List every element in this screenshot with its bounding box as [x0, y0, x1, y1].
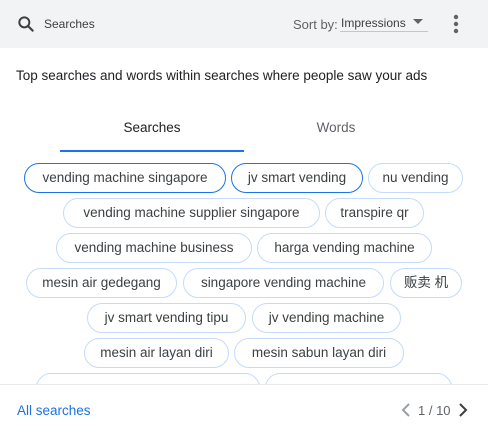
chevron-left-icon[interactable] — [399, 402, 413, 418]
search-chip[interactable] — [36, 373, 260, 384]
search-chip[interactable]: transpire qr — [325, 198, 424, 228]
search-chip[interactable]: harga vending machine — [257, 233, 432, 263]
search-chips: vending machine singapore jv smart vendi… — [0, 156, 488, 384]
chevron-right-icon[interactable] — [456, 402, 470, 418]
search-chip[interactable]: mesin air layan diri — [84, 338, 229, 368]
search-icon — [18, 16, 34, 32]
search-chip[interactable]: mesin sabun layan diri — [234, 338, 404, 368]
search-chip[interactable]: vending machine supplier singapore — [63, 198, 320, 228]
search-chip[interactable]: vending machine singapore — [24, 163, 226, 193]
tab-active-indicator — [60, 150, 244, 152]
sort-by-dropdown[interactable]: Impressions — [340, 14, 428, 32]
header-title: Searches — [44, 17, 95, 31]
search-chip[interactable]: singapore vending machine — [183, 268, 384, 298]
sort-by-label: Sort by: — [293, 17, 338, 32]
sort-by-value: Impressions — [341, 16, 406, 30]
search-chip[interactable]: jv smart vending tipu — [87, 303, 246, 333]
search-chip[interactable]: 贩卖 机 — [390, 268, 462, 298]
footer-divider — [0, 384, 488, 385]
tab-searches[interactable]: Searches — [60, 120, 244, 135]
card-description: Top searches and words within searches w… — [16, 68, 428, 83]
more-vert-icon[interactable] — [447, 13, 465, 35]
search-chip[interactable]: vending machine business — [56, 233, 252, 263]
search-chip[interactable] — [265, 373, 452, 384]
search-chip[interactable]: jv smart vending — [231, 163, 363, 193]
search-chip[interactable]: nu vending — [368, 163, 463, 193]
search-chip[interactable]: jv vending machine — [252, 303, 401, 333]
all-searches-link[interactable]: All searches — [17, 403, 91, 418]
search-chip[interactable]: mesin air gedegang — [26, 268, 177, 298]
card-header: Searches Sort by: Impressions — [0, 0, 488, 48]
page-indicator: 1 / 10 — [418, 403, 451, 418]
dropdown-arrow-icon — [413, 19, 423, 24]
tab-words[interactable]: Words — [244, 120, 428, 135]
